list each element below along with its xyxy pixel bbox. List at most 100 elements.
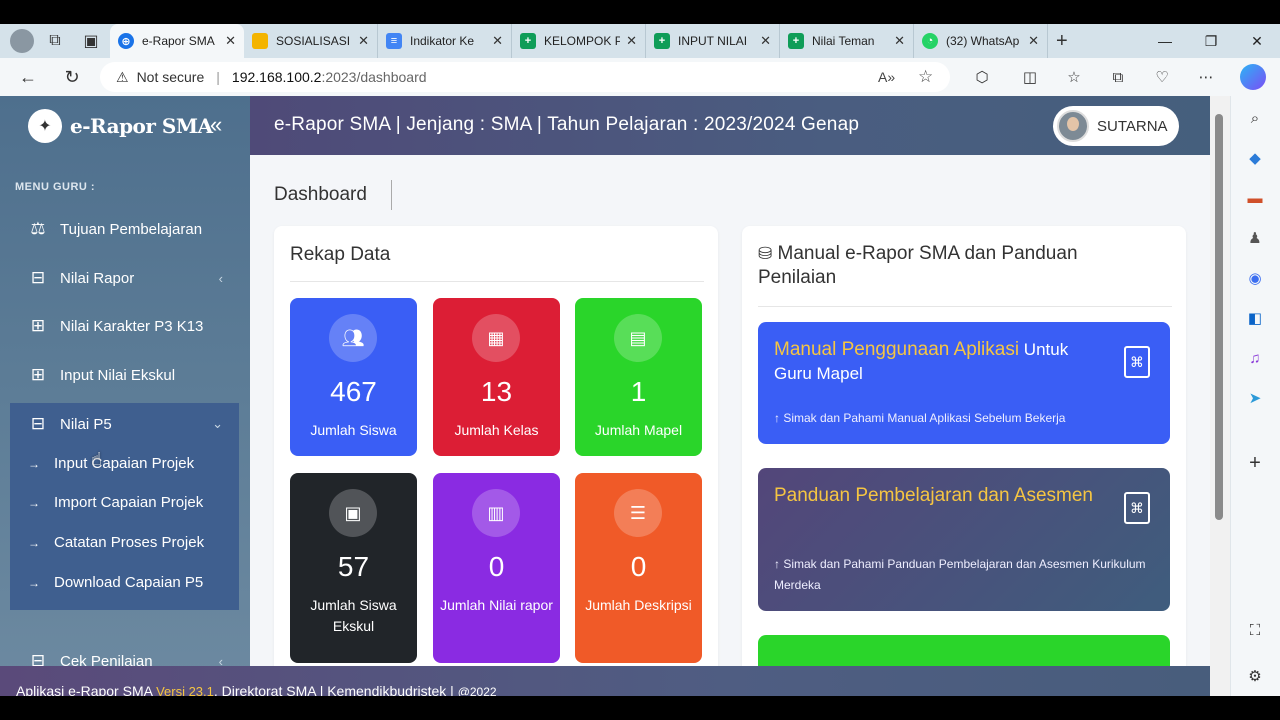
outlook-icon[interactable]: ◧ [1243, 306, 1267, 330]
tab-whatsapp[interactable]: ◔ (32) WhatsAp ✕ [914, 24, 1048, 58]
browser-essentials-icon[interactable]: ♡ [1148, 64, 1176, 90]
arrow-right-icon: → [28, 495, 40, 510]
sidebar-item-input-nilai-ekskul[interactable]: ⊞ Input Nilai Ekskul [10, 354, 239, 396]
chevron-down-icon: ⌄ [212, 416, 223, 431]
header-title: e-Rapor SMA | Jenjang : SMA | Tahun Pela… [274, 114, 860, 135]
pdf-icon[interactable]: ⌘ [1124, 346, 1150, 378]
tab-sosialisasi[interactable]: SOSIALISASI ✕ [244, 24, 378, 58]
footer-text: Aplikasi e-Rapor SMA Versi 23.1, Direkto… [16, 683, 497, 696]
games-icon[interactable]: ♟ [1243, 226, 1267, 250]
page-title: Dashboard [274, 184, 367, 205]
new-tab-button[interactable]: + [1056, 30, 1068, 53]
profile-avatar-icon[interactable] [10, 29, 34, 53]
sheets-icon: + [654, 33, 670, 49]
tab-indikator[interactable]: ≡ Indikator Ke ✕ [378, 24, 512, 58]
pdf-icon[interactable]: ⌘ [1124, 492, 1150, 524]
scrollbar-thumb[interactable] [1215, 114, 1223, 520]
collections-icon[interactable]: ⧉ [1104, 64, 1132, 90]
submenu-catatan-proses-projek[interactable]: → Catatan Proses Projek [28, 534, 204, 551]
app-header: e-Rapor SMA | Jenjang : SMA | Tahun Pela… [250, 96, 1210, 155]
search-icon[interactable]: ⌕ [1243, 106, 1267, 130]
add-icon[interactable]: + [1243, 451, 1267, 475]
warning-icon[interactable]: ⚠ [116, 69, 129, 86]
submenu-download-capaian-p5[interactable]: → Download Capaian P5 [28, 574, 203, 591]
stat-jumlah-kelas[interactable]: ▦ 13 Jumlah Kelas [433, 298, 560, 456]
stat-jumlah-siswa[interactable]: 👥︎ 467 Jumlah Siswa [290, 298, 417, 456]
collapse-sidebar-icon[interactable]: « [210, 112, 222, 138]
breadcrumb-divider [391, 180, 392, 210]
book-icon: ▤ [614, 314, 662, 362]
add-box-icon: ⊞ [30, 316, 46, 335]
minimize-icon[interactable]: — [1142, 24, 1188, 58]
favorite-star-icon[interactable]: ☆ [918, 67, 933, 87]
inbox-icon: ⊟ [30, 414, 46, 433]
designer-icon[interactable]: ♫ [1243, 346, 1267, 370]
users-icon: 👥︎ [329, 314, 377, 362]
guide-subtitle: ↑ Simak dan Pahami Panduan Pembelajaran … [774, 557, 1146, 592]
guide-title: Manual Penggunaan Aplikasi Untuk Guru Ma… [774, 339, 1069, 383]
back-icon[interactable]: ← [10, 62, 46, 92]
user-menu[interactable]: SUTARNA [1053, 106, 1179, 146]
read-aloud-icon[interactable]: A» [878, 69, 895, 85]
send-icon[interactable]: ➤ [1243, 386, 1267, 410]
submenu-input-capaian-projek[interactable]: → Input Capaian Projek [28, 455, 194, 472]
mouse-cursor-icon: ☝ [91, 449, 102, 469]
guide-panduan-pembelajaran[interactable]: Panduan Pembelajaran dan Asesmen ⌘ ↑ Sim… [758, 468, 1170, 611]
scale-icon: ⚖ [30, 219, 46, 238]
extensions-icon[interactable]: ⬡ [968, 64, 996, 90]
tools-icon[interactable]: ▬ [1243, 186, 1267, 210]
sidebar-group-nilai-p5: ⊟ Nilai P5 ⌄ → Input Capaian Projek → Im… [10, 403, 239, 610]
stat-jumlah-nilai-rapor[interactable]: ▥ 0 Jumlah Nilai rapor [433, 473, 560, 663]
shopping-icon[interactable]: ◆ [1243, 146, 1267, 170]
guide-manual-aplikasi[interactable]: Manual Penggunaan Aplikasi Untuk Guru Ma… [758, 322, 1170, 444]
m365-icon[interactable]: ◉ [1243, 266, 1267, 290]
close-tab-icon[interactable]: ✕ [358, 33, 369, 49]
edge-sidebar: ⌕ ◆ ▬ ♟ ◉ ◧ ♫ ➤ + ⛶ ⚙ [1230, 96, 1280, 696]
arrow-right-icon: → [28, 575, 40, 590]
tab-nilai-teman[interactable]: + Nilai Teman ✕ [780, 24, 914, 58]
tab-kelompok[interactable]: + KELOMPOK P ✕ [512, 24, 646, 58]
inbox-icon: ⊟ [30, 268, 46, 287]
stat-jumlah-mapel[interactable]: ▤ 1 Jumlah Mapel [575, 298, 702, 456]
tab-erapor[interactable]: ⊕ e-Rapor SMA ✕ [110, 24, 244, 58]
grid-icon: ▦ [472, 314, 520, 362]
page-scrollbar[interactable] [1210, 96, 1230, 696]
favorites-icon[interactable]: ☆ [1060, 64, 1088, 90]
brand[interactable]: ✦ e-Rapor SMA [28, 108, 213, 144]
close-tab-icon[interactable]: ✕ [626, 33, 637, 49]
close-tab-icon[interactable]: ✕ [894, 33, 905, 49]
tab-input-nilai[interactable]: + INPUT NILAI ✕ [646, 24, 780, 58]
sidebar-item-nilai-karakter[interactable]: ⊞ Nilai Karakter P3 K13 [10, 305, 239, 347]
split-screen-icon[interactable]: ◫ [1016, 64, 1044, 90]
url-separator: | [216, 69, 220, 85]
sidebar-item-tujuan-pembelajaran[interactable]: ⚖ Tujuan Pembelajaran [10, 208, 239, 250]
workspaces-icon[interactable]: ⧉ [40, 26, 70, 56]
screenshot-icon[interactable]: ⛶ [1243, 618, 1267, 642]
close-tab-icon[interactable]: ✕ [225, 33, 236, 49]
more-menu-icon[interactable]: ⋯ [1192, 64, 1220, 90]
sidebar-item-nilai-p5[interactable]: ⊟ Nilai P5 ⌄ [10, 403, 239, 445]
settings-gear-icon[interactable]: ⚙ [1243, 664, 1267, 688]
close-tab-icon[interactable]: ✕ [492, 33, 503, 49]
app-footer: Aplikasi e-Rapor SMA Versi 23.1, Direkto… [0, 666, 1210, 696]
arrow-right-icon: → [28, 535, 40, 550]
slides-icon [252, 33, 268, 49]
url-bar[interactable]: ⚠ Not secure | 192.168.100.2 :2023/dashb… [100, 62, 950, 92]
close-tab-icon[interactable]: ✕ [760, 33, 771, 49]
copilot-icon[interactable] [1240, 64, 1266, 90]
rekap-data-card: Rekap Data 👥︎ 467 Jumlah Siswa ▦ 13 Juml… [274, 226, 718, 696]
tut-wuri-logo-icon: ✦ [28, 109, 62, 143]
divider [290, 281, 704, 282]
reload-icon[interactable]: ↻ [54, 62, 90, 92]
sidebar: ✦ e-Rapor SMA « MENU GURU : ⚖ Tujuan Pem… [0, 96, 250, 696]
close-window-icon[interactable]: ✕ [1234, 24, 1280, 58]
sidebar-item-nilai-rapor[interactable]: ⊟ Nilai Rapor ‹ [10, 257, 239, 299]
stat-jumlah-siswa-ekskul[interactable]: ▣ 57 Jumlah Siswa Ekskul [290, 473, 417, 663]
submenu-import-capaian-projek[interactable]: → Import Capaian Projek [28, 494, 203, 511]
tab-strip: ⧉ ▣ ⊕ e-Rapor SMA ✕ SOSIALISASI ✕ ≡ Indi… [0, 24, 1280, 58]
close-tab-icon[interactable]: ✕ [1028, 33, 1039, 49]
tab-actions-icon[interactable]: ▣ [76, 26, 106, 56]
guide-title: Panduan Pembelajaran dan Asesmen [774, 485, 1094, 506]
stat-jumlah-deskripsi[interactable]: ☰ 0 Jumlah Deskripsi [575, 473, 702, 663]
restore-icon[interactable]: ❐ [1188, 24, 1234, 58]
